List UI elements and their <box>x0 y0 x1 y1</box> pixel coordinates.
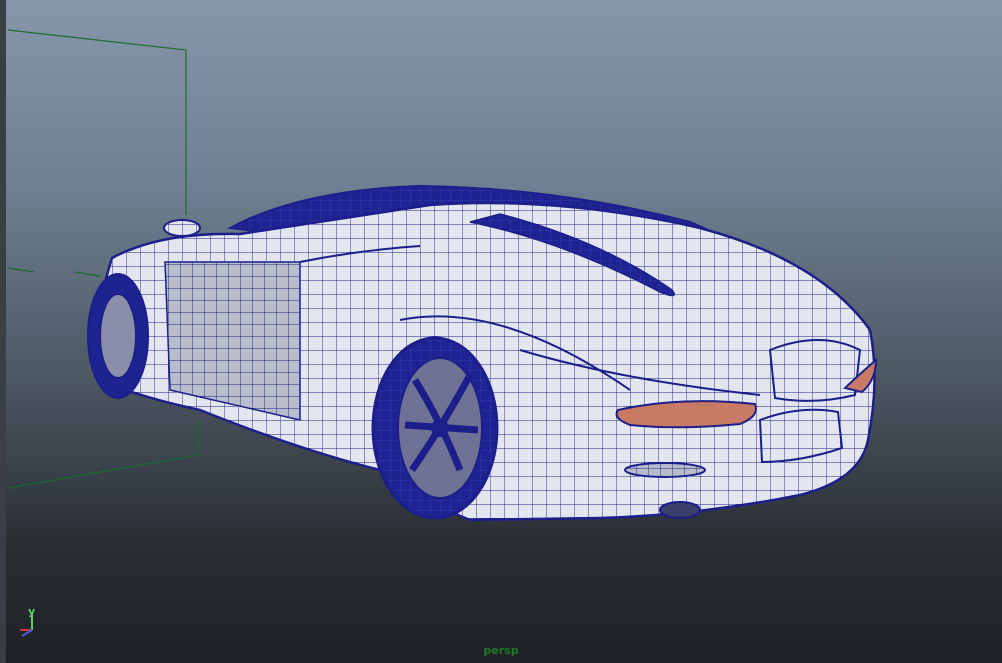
camera-name-label: persp <box>483 644 519 657</box>
rear-wheel[interactable] <box>87 273 149 399</box>
perspective-viewport[interactable]: y persp <box>0 0 1002 663</box>
scene-canvas[interactable] <box>0 0 1002 663</box>
axis-y-label: y <box>28 605 36 618</box>
car-model[interactable] <box>87 184 878 522</box>
front-wheel[interactable] <box>371 336 499 520</box>
